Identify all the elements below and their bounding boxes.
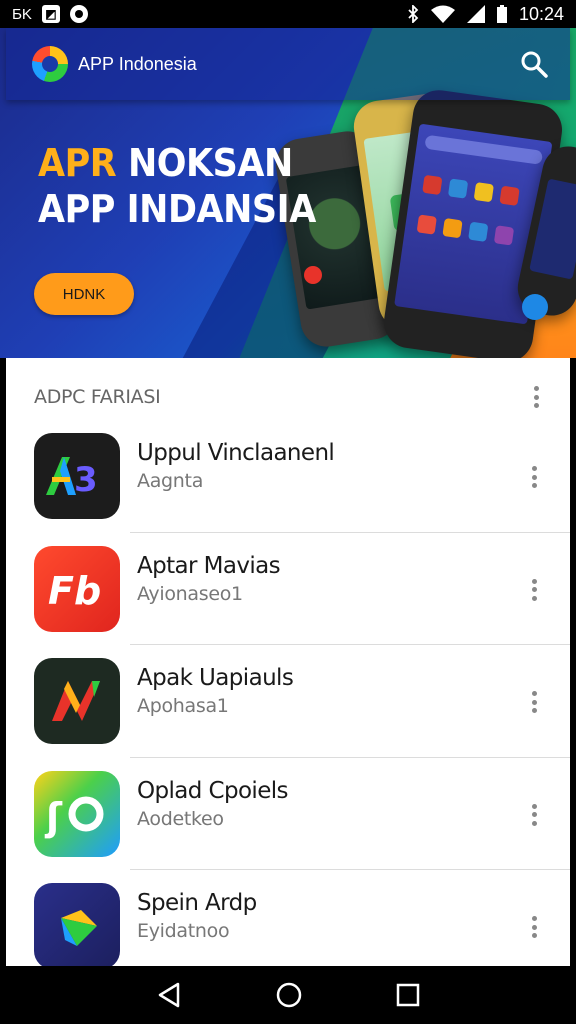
- app-subtitle: Aodetkeo: [137, 807, 224, 830]
- home-circle-icon[interactable]: [275, 981, 303, 1009]
- more-vert-icon[interactable]: [524, 689, 544, 715]
- search-icon[interactable]: [520, 50, 548, 78]
- system-nav-bar: [0, 966, 576, 1024]
- battery-icon: [496, 5, 507, 23]
- app-subtitle: Aagnta: [137, 470, 204, 492]
- app-toolbar: APP Indonesia: [6, 28, 570, 100]
- more-vert-icon[interactable]: [526, 384, 546, 410]
- app-text: Apak Uapiauls Apohasa1: [137, 663, 294, 719]
- app-logo-icon: [32, 46, 68, 82]
- status-right: 10:24: [407, 4, 564, 25]
- decor-dot: [304, 266, 322, 284]
- app-text: Uppul Vinclaanenl Aagnta: [137, 438, 335, 494]
- list-item[interactable]: Apak Uapiauls Apohasa1: [6, 645, 570, 758]
- list-item[interactable]: ʃ Oplad Cpoiels Aodetkeo: [6, 758, 570, 870]
- app-name: Uppul Vinclaanenl: [137, 440, 335, 466]
- section-header: ADPC FARIASI: [6, 358, 570, 420]
- app-text: Oplad Cpoiels Aodetkeo: [137, 776, 289, 832]
- app-subtitle: Apohasa1: [137, 695, 229, 717]
- brand-title: APP Indonesia: [78, 53, 197, 74]
- app-name: Aptar Mavias: [137, 552, 281, 579]
- more-vert-icon[interactable]: [524, 577, 544, 603]
- app-text: Aptar Mavias Ayionaseo1: [137, 551, 281, 607]
- decor-dot: [522, 294, 548, 320]
- app-subtitle: Eyidatnoo: [137, 920, 230, 942]
- a3-logo-icon: 3: [34, 433, 120, 520]
- more-vert-icon[interactable]: [524, 464, 544, 490]
- app-text: Spein Ardp Eyidatnoo: [137, 888, 257, 944]
- more-vert-icon[interactable]: [524, 914, 544, 940]
- hero-title-accent: APR: [38, 141, 117, 185]
- o-logo-icon: ʃ: [34, 770, 120, 857]
- back-triangle-icon[interactable]: [156, 981, 182, 1009]
- hero-title: APR NOKSAN APP INDANSIA: [38, 140, 316, 232]
- n-box-icon: ◩: [41, 5, 60, 23]
- hero-title-line2: APP INDANSIA: [38, 187, 316, 231]
- hero-banner: APP Indonesia APR NOKSAN APP INDANSIA HD…: [0, 28, 576, 358]
- n-logo-icon: [34, 658, 120, 745]
- status-bar: ƂK ◩ 10:24: [0, 0, 576, 28]
- wifi-icon: [430, 5, 455, 23]
- app-name: Oplad Cpoiels: [137, 777, 289, 804]
- section-title: ADPC FARIASI: [34, 386, 161, 408]
- notification-text-icon: ƂK: [12, 5, 32, 23]
- signal-icon: [466, 5, 485, 23]
- play-logo-icon: [34, 883, 120, 966]
- bluetooth-icon: [408, 5, 419, 23]
- status-left: ƂK ◩: [12, 5, 88, 23]
- app-name: Apak Uapiauls: [137, 665, 294, 691]
- list-item[interactable]: Spein Ardp Eyidatnoo: [6, 870, 570, 966]
- circle-app-icon: [69, 5, 88, 23]
- svg-text:Fb: Fb: [48, 569, 101, 613]
- list-item[interactable]: Fb Aptar Mavias Ayionaseo1: [6, 533, 570, 645]
- svg-text:3: 3: [74, 460, 98, 500]
- clock: 10:24: [518, 3, 564, 24]
- list-item[interactable]: 3 Uppul Vinclaanenl Aagnta: [6, 420, 570, 533]
- more-vert-icon[interactable]: [524, 802, 544, 828]
- app-subtitle: Ayionaseo1: [137, 582, 243, 605]
- hero-title-line1: NOKSAN: [116, 141, 293, 185]
- recents-square-icon[interactable]: [396, 983, 420, 1007]
- fb-logo-icon: Fb: [34, 545, 120, 632]
- app-list-card: ADPC FARIASI 3 Uppul Vinclaanenl Aagnta …: [6, 358, 570, 966]
- svg-text:ʃ: ʃ: [44, 795, 63, 839]
- hero-cta-button[interactable]: HDNK: [34, 273, 134, 315]
- app-name: Spein Ardp: [137, 890, 257, 916]
